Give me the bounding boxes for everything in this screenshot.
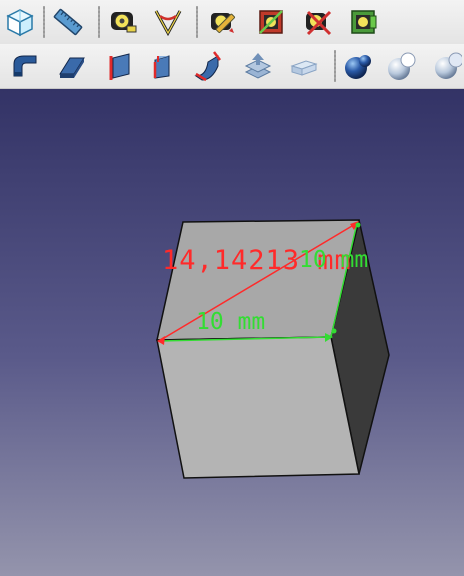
measure-toolbar (0, 0, 464, 45)
measure-toggle-delta-icon[interactable] (346, 4, 382, 40)
make-face-icon[interactable] (240, 48, 276, 84)
3d-viewport[interactable]: 14,14213 mm 10 mm 10 mm (0, 89, 464, 576)
toolbar-separator (43, 6, 45, 38)
measure-point (331, 328, 337, 334)
chamfer-icon[interactable] (190, 48, 226, 84)
measure-distance-icon[interactable] (50, 4, 86, 40)
measure-angular-icon[interactable] (150, 4, 186, 40)
boolean-icon[interactable] (384, 48, 420, 84)
scene-canvas[interactable]: 14,14213 mm 10 mm 10 mm (0, 89, 464, 576)
cut-icon[interactable] (428, 48, 464, 84)
measure-clear-icon[interactable] (253, 4, 289, 40)
toolbar-separator (196, 6, 198, 38)
fillet-icon[interactable] (143, 48, 179, 84)
measure-refresh-icon[interactable] (206, 4, 242, 40)
extrude-icon[interactable] (6, 48, 42, 84)
edge-measure-label: 10 mm (196, 309, 265, 335)
mirror-icon[interactable] (101, 48, 137, 84)
measure-linear-icon[interactable] (105, 4, 141, 40)
ruled-surface-icon[interactable] (286, 48, 322, 84)
revolve-icon[interactable] (54, 48, 90, 84)
measure-toggle-3d-icon[interactable] (300, 4, 336, 40)
toolbar-separator (334, 50, 336, 82)
edge-vertical-measure-label: 10 mm (299, 247, 368, 273)
isometric-view-icon[interactable] (2, 4, 38, 40)
toolbar-separator (98, 6, 100, 38)
loft-icon[interactable] (340, 48, 376, 84)
measure-point (355, 222, 361, 228)
cube-front-face[interactable] (156, 336, 360, 479)
part-toolbar (0, 44, 464, 89)
